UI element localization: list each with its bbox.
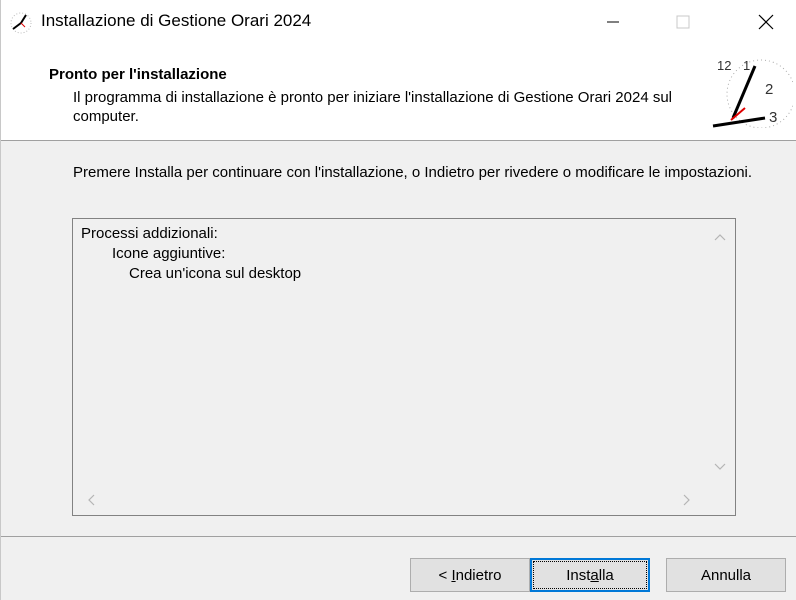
memo-line: Processi addizionali:: [81, 225, 218, 242]
install-label-rest: lla: [598, 566, 614, 584]
chevron-right-icon: [683, 494, 690, 506]
clock-numeral-12: 12: [717, 58, 731, 73]
scroll-down-arrow[interactable]: [710, 457, 730, 477]
memo-line: Crea un'icona sul desktop: [129, 265, 302, 282]
memo-line: Icone aggiuntive:: [112, 245, 226, 262]
horizontal-scrollbar[interactable]: [73, 485, 705, 515]
scrollbar-corner: [705, 485, 735, 515]
footer-divider: [1, 536, 796, 537]
clock-numeral-3: 3: [769, 109, 777, 126]
scroll-left-arrow[interactable]: [81, 490, 101, 510]
memo-content: Processi addizionali: Icone aggiuntive: …: [81, 224, 301, 284]
maximize-button: [653, 0, 713, 44]
summary-memo[interactable]: Processi addizionali: Icone aggiuntive: …: [72, 218, 736, 516]
installer-window: Installazione di Gestione Orari 2024 Pro…: [0, 0, 796, 600]
maximize-icon: [676, 15, 690, 29]
title-bar[interactable]: Installazione di Gestione Orari 2024: [1, 0, 796, 44]
install-button[interactable]: Inst a lla: [530, 558, 650, 592]
window-title: Installazione di Gestione Orari 2024: [41, 11, 312, 30]
install-label-mnemonic: a: [590, 566, 599, 584]
minimize-button[interactable]: [583, 0, 643, 44]
page-title: Pronto per l'installazione: [49, 66, 227, 83]
close-button[interactable]: [736, 0, 796, 44]
chevron-down-icon: [714, 463, 726, 470]
page-subtitle: Il programma di installazione è pronto p…: [73, 89, 673, 125]
cancel-button[interactable]: Annulla: [666, 558, 786, 592]
minimize-icon: [607, 21, 619, 23]
clock-logo-icon: 12 1 2 3: [712, 58, 793, 128]
intro-text: Premere Installa per continuare con l'in…: [73, 164, 753, 181]
back-label-rest: ndietro: [455, 566, 502, 584]
wizard-header: Pronto per l'installazione Il programma …: [1, 44, 796, 141]
install-focus-rect: Inst a lla: [533, 561, 647, 589]
app-clock-icon: [10, 12, 32, 34]
vertical-scrollbar[interactable]: [705, 219, 735, 485]
scroll-up-arrow[interactable]: [710, 227, 730, 247]
close-icon: [758, 14, 774, 30]
back-label-prefix: <: [438, 566, 452, 584]
chevron-left-icon: [88, 494, 95, 506]
install-label-prefix: Inst: [566, 566, 591, 584]
clock-numeral-1: 1: [743, 58, 750, 73]
back-button[interactable]: < Indietro: [410, 558, 530, 592]
scroll-right-arrow[interactable]: [677, 490, 697, 510]
chevron-up-icon: [714, 234, 726, 241]
clock-numeral-2: 2: [765, 81, 773, 98]
